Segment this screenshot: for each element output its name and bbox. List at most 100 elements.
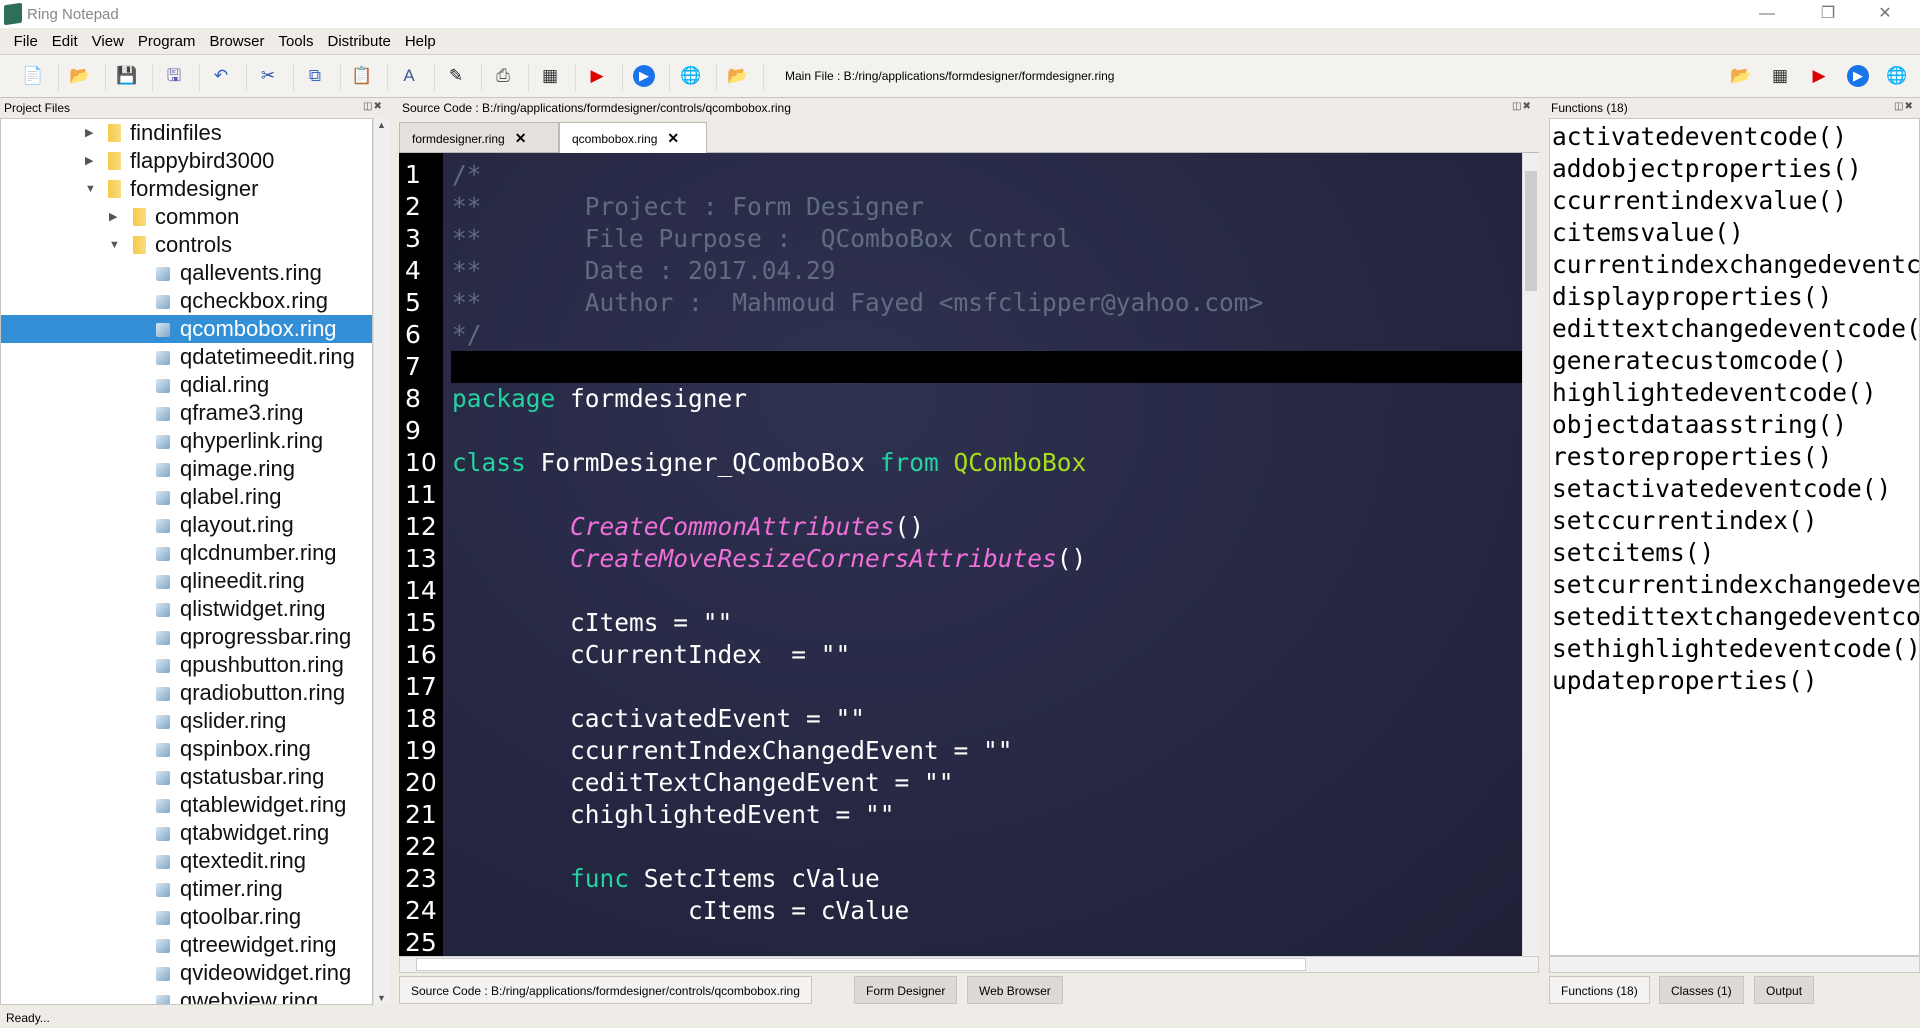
web-browser-icon[interactable]: 🌐	[680, 65, 702, 87]
tab-web-browser[interactable]: Web Browser	[967, 976, 1063, 1004]
code-editor[interactable]: 1 2 3 4 5 6 7 8 9 10 11 12 13 14 15 16 17 18 19 20 21 22 23 24 2…	[399, 153, 1522, 956]
tree-file[interactable]: qtreewidget.ring	[1, 931, 372, 959]
tree-file[interactable]: qlcdnumber.ring	[1, 539, 372, 567]
tree-file[interactable]: qspinbox.ring	[1, 735, 372, 763]
tree-file[interactable]: qtoolbar.ring	[1, 903, 372, 931]
expand-arrow-icon[interactable]: ▼	[85, 175, 96, 203]
debug-icon[interactable]: ▦	[539, 65, 561, 87]
highlighter-icon[interactable]: ✎	[445, 65, 467, 87]
print-icon[interactable]: ⎙	[492, 65, 514, 87]
menu-distribute[interactable]: Distribute	[320, 28, 397, 55]
menu-tools[interactable]: Tools	[271, 28, 320, 55]
tree-file[interactable]: qcheckbox.ring	[1, 287, 372, 315]
tree-file[interactable]: qpushbutton.ring	[1, 651, 372, 679]
copy-icon[interactable]: ⧉	[304, 65, 326, 87]
set-main-file-icon[interactable]: 📂	[727, 65, 749, 87]
tree-file[interactable]: qallevents.ring	[1, 259, 372, 287]
menu-file[interactable]: File	[7, 28, 45, 55]
menu-edit[interactable]: Edit	[45, 28, 85, 55]
save-icon[interactable]: 💾	[116, 65, 138, 87]
new-file-icon[interactable]: 📄	[22, 65, 44, 87]
tree-folder[interactable]: ▶ flappybird3000	[1, 147, 372, 175]
function-item[interactable]: restoreproperties()	[1552, 441, 1832, 473]
tree-file[interactable]: qtabwidget.ring	[1, 819, 372, 847]
function-item[interactable]: activatedeventcode()	[1552, 121, 1847, 153]
tab-source-code[interactable]: Source Code : B:/ring/applications/formd…	[399, 976, 812, 1004]
web-browser-icon[interactable]: 🌐	[1886, 65, 1908, 87]
tree-file[interactable]: qradiobutton.ring	[1, 679, 372, 707]
menu-view[interactable]: View	[85, 28, 131, 55]
tree-file[interactable]: qdatetimeedit.ring	[1, 343, 372, 371]
tree-scrollbar[interactable]: ▲ ▼	[373, 118, 390, 1005]
expand-arrow-icon[interactable]: ▼	[109, 231, 120, 259]
editor-horizontal-scrollbar[interactable]	[399, 956, 1539, 973]
function-item[interactable]: addobjectproperties()	[1552, 153, 1862, 185]
close-button[interactable]: ✕	[1862, 2, 1908, 26]
tree-file[interactable]: qslider.ring	[1, 707, 372, 735]
run-gui-icon[interactable]: ▶	[1808, 65, 1830, 87]
tree-file[interactable]: qlineedit.ring	[1, 567, 372, 595]
function-item[interactable]: generatecustomcode()	[1552, 345, 1847, 377]
tree-file[interactable]: qhyperlink.ring	[1, 427, 372, 455]
restore-button[interactable]: ❐	[1805, 2, 1851, 26]
paste-icon[interactable]: 📋	[351, 65, 373, 87]
function-item[interactable]: objectdataasstring()	[1552, 409, 1847, 441]
tree-file[interactable]: qdial.ring	[1, 371, 372, 399]
tab-formdesigner-ring[interactable]: formdesigner.ring ✕	[399, 122, 559, 153]
menu-browser[interactable]: Browser	[202, 28, 271, 55]
run-gui-icon[interactable]: ▶	[586, 65, 608, 87]
tree-folder[interactable]: ▼ formdesigner	[1, 175, 372, 203]
expand-arrow-icon[interactable]: ▶	[85, 119, 93, 147]
tree-folder[interactable]: ▼ controls	[1, 231, 372, 259]
close-tab-icon[interactable]: ✕	[515, 130, 527, 146]
undo-icon[interactable]: ↶	[210, 65, 232, 87]
tree-file[interactable]: qlistwidget.ring	[1, 595, 372, 623]
tree-file[interactable]: qframe3.ring	[1, 399, 372, 427]
function-item[interactable]: highlightedeventcode()	[1552, 377, 1877, 409]
dock-float-close-icon[interactable]: ◫✖	[1894, 101, 1914, 112]
debug-icon[interactable]: ▦	[1769, 65, 1791, 87]
function-item[interactable]: sethighlightedeventcode()	[1552, 633, 1919, 665]
minimize-button[interactable]: —	[1744, 2, 1790, 26]
tab-qcombobox-ring[interactable]: qcombobox.ring ✕	[559, 122, 707, 153]
tree-file[interactable]: qimage.ring	[1, 455, 372, 483]
scroll-thumb[interactable]	[416, 958, 1306, 971]
run-icon[interactable]: ▶	[1847, 65, 1869, 87]
project-tree[interactable]: ▶ findinfiles ▶ flappybird3000 ▼ formdesigner…	[0, 118, 373, 1005]
function-item[interactable]: updateproperties()	[1552, 665, 1818, 697]
close-tab-icon[interactable]: ✕	[667, 130, 679, 146]
functions-horizontal-scrollbar[interactable]	[1549, 956, 1920, 973]
dock-float-close-icon[interactable]: ◫✖	[363, 101, 383, 112]
tree-file[interactable]: qtimer.ring	[1, 875, 372, 903]
tree-file[interactable]: qprogressbar.ring	[1, 623, 372, 651]
function-item[interactable]: citemsvalue()	[1552, 217, 1744, 249]
tab-classes[interactable]: Classes (1)	[1659, 976, 1744, 1004]
save-as-icon[interactable]: 🖫	[163, 65, 185, 87]
tree-file[interactable]: qtablewidget.ring	[1, 791, 372, 819]
dock-float-close-icon[interactable]: ◫✖	[1512, 101, 1532, 112]
menu-program[interactable]: Program	[131, 28, 203, 55]
tree-file[interactable]: qlayout.ring	[1, 511, 372, 539]
function-item[interactable]: setccurrentindex()	[1552, 505, 1818, 537]
tab-form-designer[interactable]: Form Designer	[854, 976, 958, 1004]
menu-help[interactable]: Help	[398, 28, 443, 55]
tree-file[interactable]: qcombobox.ring	[1, 315, 372, 343]
tree-file[interactable]: qlabel.ring	[1, 483, 372, 511]
function-item[interactable]: displayproperties()	[1552, 281, 1832, 313]
functions-list[interactable]: activatedeventcode() addobjectproperties(…	[1549, 118, 1920, 956]
function-item[interactable]: setcurrentindexchangedeventcode()	[1552, 569, 1919, 601]
function-item[interactable]: edittextchangedeventcode()	[1552, 313, 1919, 345]
tab-output[interactable]: Output	[1754, 976, 1815, 1004]
cut-icon[interactable]: ✂	[257, 65, 279, 87]
editor-vertical-scrollbar[interactable]	[1522, 153, 1539, 956]
function-item[interactable]: setcitems()	[1552, 537, 1714, 569]
expand-arrow-icon[interactable]: ▶	[85, 147, 93, 175]
tab-functions[interactable]: Functions (18)	[1549, 976, 1650, 1004]
expand-arrow-icon[interactable]: ▶	[109, 203, 117, 231]
tree-folder[interactable]: ▶ common	[1, 203, 372, 231]
function-item[interactable]: setedittextchangedeventcode()	[1552, 601, 1919, 633]
function-item[interactable]: setactivatedeventcode()	[1552, 473, 1891, 505]
run-icon[interactable]: ▶	[633, 65, 655, 87]
function-item[interactable]: ccurrentindexvalue()	[1552, 185, 1847, 217]
tree-file[interactable]: qvideowidget.ring	[1, 959, 372, 987]
